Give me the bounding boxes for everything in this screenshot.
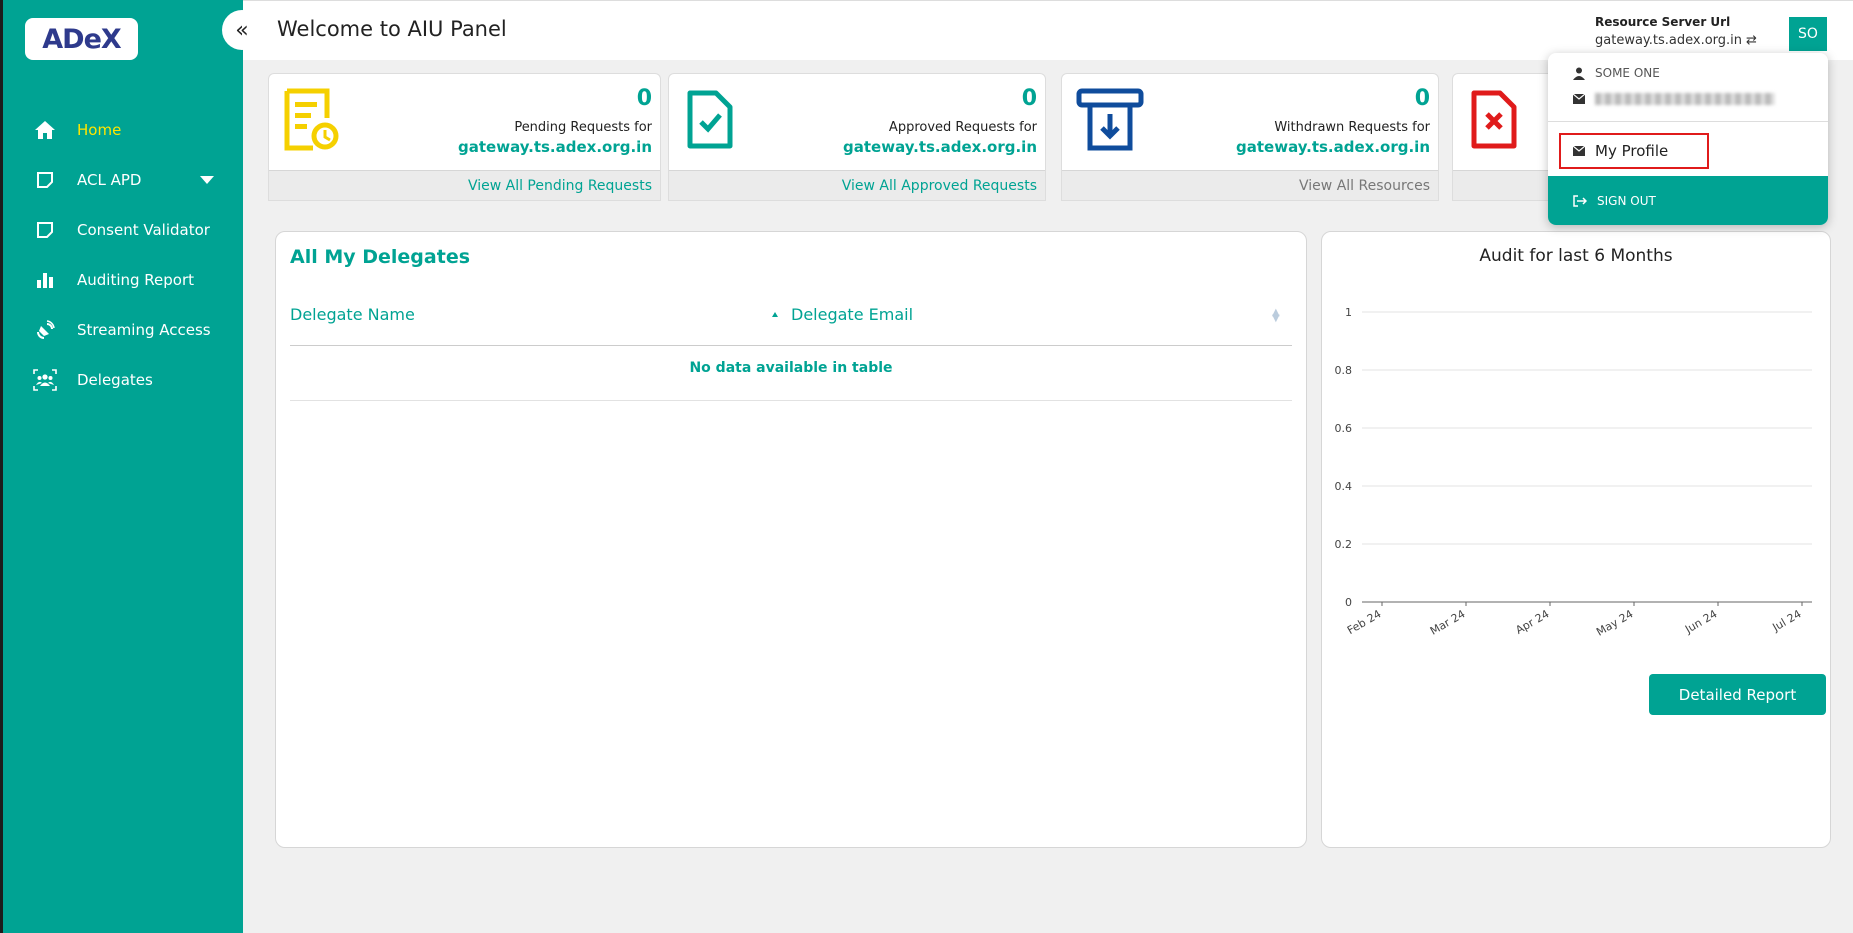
y-tick-label: 0.4 [1335, 480, 1353, 493]
resource-server-label: Resource Server Url [1595, 15, 1731, 29]
sidebar-item-consent-validator[interactable]: Consent Validator [3, 205, 246, 255]
y-tick-label: 0 [1345, 596, 1352, 609]
sign-out-label: SIGN OUT [1597, 193, 1656, 208]
x-tick-label: Apr 24 [1513, 607, 1551, 637]
sidebar-item-label: Delegates [77, 371, 153, 389]
x-tick-label: May 24 [1594, 607, 1635, 638]
empty-table-message: No data available in table [689, 360, 893, 376]
sidebar-nav: Home ACL APD Consent Validator Auditing … [3, 105, 246, 405]
logo-text: ADeX [42, 23, 121, 55]
chart-title: Audit for last 6 Months [1479, 246, 1673, 266]
note-icon [33, 168, 57, 192]
pending-requests-card: 0 Pending Requests for gateway.ts.adex.o… [268, 73, 661, 201]
page-title: Welcome to AIU Panel [277, 17, 507, 41]
withdraw-icon [1076, 88, 1144, 152]
redacted-email [1595, 93, 1775, 105]
approved-desc: Approved Requests for [888, 120, 1037, 135]
sidebar: ADeX Home ACL APD Consent Validator Audi… [0, 0, 243, 933]
home-icon [33, 118, 57, 142]
sign-out-button[interactable]: SIGN OUT [1548, 176, 1828, 225]
view-all-approved-link[interactable]: View All Approved Requests [669, 170, 1045, 200]
delegate-email-header[interactable]: Delegate Email [791, 305, 913, 324]
approved-document-icon [683, 88, 743, 152]
y-tick-label: 0.2 [1335, 538, 1353, 551]
pending-count: 0 [636, 86, 652, 111]
my-profile-menu-item[interactable]: My Profile [1559, 133, 1709, 169]
sidebar-item-home[interactable]: Home [3, 105, 246, 155]
collapse-sidebar-button[interactable]: « [222, 10, 262, 50]
my-profile-label: My Profile [1595, 142, 1669, 160]
x-tick-label: Feb 24 [1345, 607, 1384, 637]
profile-dropdown: SOME ONE My Profile SIGN OUT [1548, 53, 1828, 225]
withdrawn-host: gateway.ts.adex.org.in [1236, 138, 1430, 156]
approved-count: 0 [1021, 86, 1037, 111]
pending-host: gateway.ts.adex.org.in [458, 138, 652, 156]
top-header: Welcome to AIU Panel Resource Server Url… [243, 0, 1853, 60]
dropdown-divider [1548, 121, 1828, 122]
sidebar-item-label: Home [77, 121, 122, 139]
sidebar-item-label: ACL APD [77, 171, 142, 189]
sidebar-item-auditing-report[interactable]: Auditing Report [3, 255, 246, 305]
approved-requests-card: 0 Approved Requests for gateway.ts.adex.… [668, 73, 1046, 201]
withdrawn-desc: Withdrawn Requests for [1274, 120, 1430, 135]
y-tick-label: 0.6 [1335, 422, 1353, 435]
adex-logo[interactable]: ADeX [25, 18, 138, 60]
sidebar-item-streaming-access[interactable]: Streaming Access [3, 305, 246, 355]
audit-chart: 0 0.2 0.4 0.6 0.8 1 Feb 24 Mar 24 Apr 24 May 24 Ju… [1335, 306, 1812, 639]
rejected-document-icon [1467, 88, 1527, 152]
audit-panel: Audit for last 6 Months 0 0.2 0.4 0.6 0.8 1 Fe… [1321, 231, 1831, 848]
view-all-resources-link[interactable]: View All Resources [1062, 170, 1438, 200]
table-row-divider [290, 400, 1292, 401]
satellite-icon [33, 318, 57, 342]
sidebar-item-label: Streaming Access [77, 321, 211, 339]
delegate-name-header[interactable]: Delegate Name [290, 305, 415, 324]
sidebar-item-acl-apd[interactable]: ACL APD [3, 155, 246, 205]
view-all-pending-link[interactable]: View All Pending Requests [269, 170, 660, 200]
group-icon [33, 368, 57, 392]
withdrawn-requests-card: 0 Withdrawn Requests for gateway.ts.adex… [1061, 73, 1439, 201]
dropdown-user-row: SOME ONE [1573, 66, 1660, 80]
sidebar-item-delegates[interactable]: Delegates [3, 355, 246, 405]
approved-host: gateway.ts.adex.org.in [843, 138, 1037, 156]
dropdown-email-row [1573, 93, 1775, 105]
avatar[interactable]: SO [1789, 17, 1827, 51]
note-icon [33, 218, 57, 242]
envelope-icon [1573, 94, 1585, 104]
withdrawn-count: 0 [1414, 86, 1430, 111]
chevron-down-icon[interactable] [200, 176, 214, 184]
x-tick-label: Jun 24 [1682, 607, 1719, 636]
y-tick-label: 1 [1345, 306, 1352, 319]
x-tick-label: Mar 24 [1428, 607, 1468, 637]
sign-out-icon [1573, 194, 1587, 207]
sort-asc-icon[interactable] [772, 312, 778, 317]
delegates-panel: All My Delegates Delegate Name Delegate … [275, 231, 1307, 848]
sort-icon[interactable]: ▲ ▼ [1272, 308, 1280, 324]
envelope-icon [1573, 146, 1585, 156]
y-tick-label: 0.8 [1335, 364, 1353, 377]
pending-desc: Pending Requests for [514, 120, 652, 135]
refresh-icon[interactable]: ⇄ [1746, 33, 1757, 48]
x-tick-label: Jul 24 [1769, 607, 1803, 634]
resource-server-value[interactable]: gateway.ts.adex.org.in ⇄ [1595, 33, 1757, 48]
detailed-report-button[interactable]: Detailed Report [1649, 674, 1826, 715]
user-icon [1573, 67, 1585, 80]
sidebar-item-label: Auditing Report [77, 271, 195, 289]
delegates-title: All My Delegates [290, 246, 471, 268]
pending-document-icon [283, 88, 343, 152]
table-header-divider [290, 345, 1292, 346]
sidebar-item-label: Consent Validator [77, 221, 210, 239]
bar-chart-icon [33, 268, 57, 292]
dropdown-user-name: SOME ONE [1595, 66, 1660, 80]
resource-server-url: gateway.ts.adex.org.in [1595, 33, 1743, 48]
